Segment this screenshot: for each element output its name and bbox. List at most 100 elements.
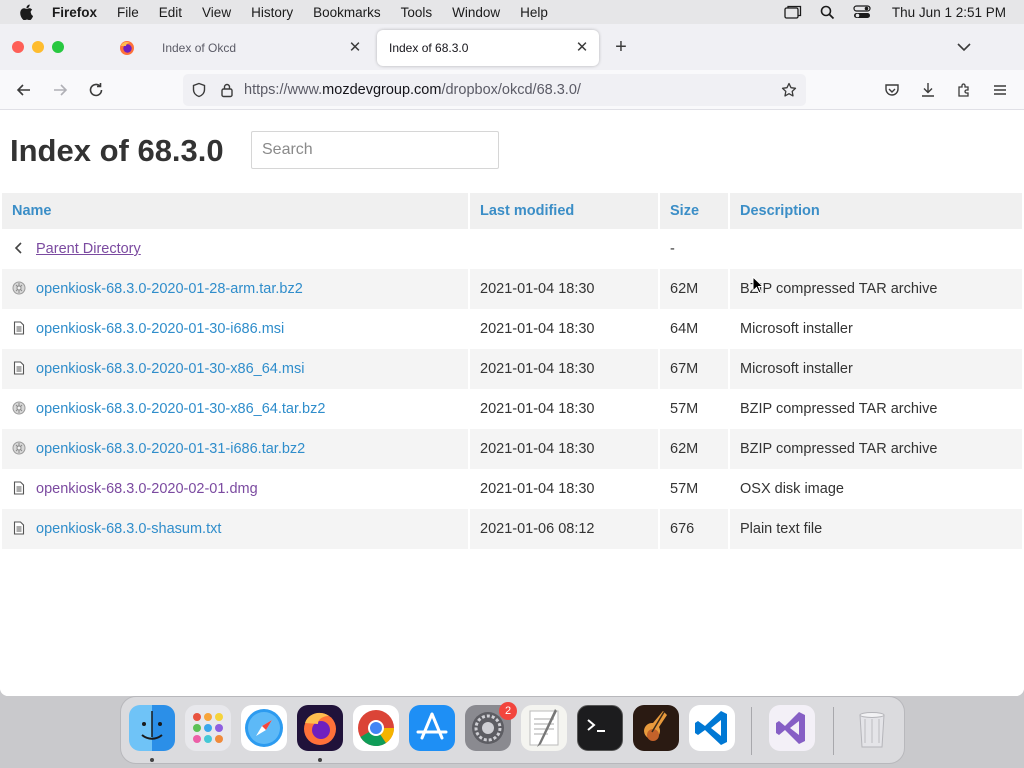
extensions-puzzle-icon[interactable] [952,78,976,102]
dock-separator [833,707,834,755]
minimize-window-button[interactable] [32,41,44,53]
launchpad-icon[interactable] [185,705,231,751]
system-settings-icon[interactable]: 2 [465,702,517,751]
forward-arrow-icon[interactable] [48,78,72,102]
file-name-cell: openkiosk-68.3.0-2020-01-30-x86_64.msi [2,349,470,389]
chevron-left-icon [14,242,22,254]
finder-icon[interactable] [129,705,175,751]
tab-bar: Index of Okcd ✕ Index of 68.3.0 ✕ + [0,24,1024,70]
hamburger-menu-icon[interactable] [988,78,1012,102]
reload-icon[interactable] [84,78,108,102]
table-row: openkiosk-68.3.0-2020-01-31-i686.tar.bz2… [2,429,1022,469]
description-cell: Microsoft installer [740,321,853,337]
pocket-icon[interactable] [880,78,904,102]
trash-icon[interactable] [849,705,895,751]
file-name-cell: openkiosk-68.3.0-2020-01-28-arm.tar.bz2 [2,269,470,309]
file-link[interactable]: openkiosk-68.3.0-2020-01-30-x86_64.msi [36,361,304,377]
bookmark-star-icon[interactable] [781,82,797,98]
menu-app-name[interactable]: Firefox [52,5,107,20]
file-link[interactable]: openkiosk-68.3.0-2020-01-30-x86_64.tar.b… [36,401,325,417]
file-link[interactable]: openkiosk-68.3.0-2020-01-28-arm.tar.bz2 [36,281,303,297]
parent-size: - [660,229,730,269]
tab-index-of-68-3-0[interactable]: Index of 68.3.0 ✕ [377,30,599,66]
zoom-window-button[interactable] [52,41,64,53]
tab-index-of-okcd[interactable]: Index of Okcd ✕ [150,30,372,66]
menu-help[interactable]: Help [510,5,558,20]
window-controls [12,41,64,53]
directory-listing-table: Name Last modified Size Description Pare… [2,193,1022,549]
finder-running-indicator [150,758,154,762]
size-cell: 57M [660,389,730,429]
file-link[interactable]: openkiosk-68.3.0-2020-02-01.dmg [36,481,258,497]
chrome-icon[interactable] [353,705,399,751]
menu-history[interactable]: History [241,5,303,20]
parent-directory-row: Parent Directory - [2,229,1022,269]
page-content: Index of 68.3.0 Name Last modified Size … [0,111,1024,696]
size-cell: 62M [660,269,730,309]
url-text[interactable]: https://www.mozdevgroup.com/dropbox/okcd… [244,82,581,98]
firefox-dock-icon[interactable] [297,705,343,751]
mouse-pointer-icon [752,275,765,299]
url-domain: mozdevgroup.com [322,82,442,98]
last-modified-cell: 2021-01-04 18:30 [470,349,660,389]
file-name-cell: openkiosk-68.3.0-2020-02-01.dmg [2,469,470,509]
close-tab-icon[interactable]: ✕ [346,39,364,57]
menu-window[interactable]: Window [442,5,510,20]
visual-studio-icon[interactable] [769,705,815,751]
list-all-tabs-chevron-icon[interactable] [954,37,974,57]
archive-icon [12,281,36,297]
last-modified-cell: 2021-01-06 08:12 [470,509,660,549]
menu-file[interactable]: File [107,5,149,20]
menu-bookmarks[interactable]: Bookmarks [303,5,391,20]
size-cell: 62M [660,429,730,469]
description-cell: BZIP compressed TAR archive [730,269,1022,309]
terminal-icon[interactable] [577,705,623,751]
menu-view[interactable]: View [192,5,241,20]
close-tab-icon[interactable]: ✕ [573,39,591,57]
file-link[interactable]: openkiosk-68.3.0-2020-01-31-i686.tar.bz2 [36,441,305,457]
document-icon [12,321,36,337]
url-path: /dropbox/okcd/68.3.0/ [441,82,581,98]
size-cell: 676 [660,509,730,549]
page-title: Index of 68.3.0 [10,133,224,168]
vscode-icon[interactable] [689,705,735,751]
table-row: openkiosk-68.3.0-2020-01-30-x86_64.msi 20… [2,349,1022,389]
spotlight-search-icon[interactable] [820,5,835,20]
description-cell: Microsoft installer [730,349,1022,389]
safari-icon[interactable] [241,705,287,751]
column-header-name[interactable]: Name [2,193,470,229]
garageband-icon[interactable] [633,705,679,751]
menu-tools[interactable]: Tools [391,5,443,20]
document-icon [12,521,36,537]
document-icon [12,361,36,377]
lock-icon[interactable] [219,82,235,98]
column-header-size[interactable]: Size [660,193,730,229]
close-window-button[interactable] [12,41,24,53]
screen-mirror-icon[interactable] [784,5,802,19]
search-input[interactable] [251,131,499,169]
file-link[interactable]: openkiosk-68.3.0-shasum.txt [36,521,221,537]
downloads-icon[interactable] [916,78,940,102]
app-store-icon[interactable] [409,705,455,751]
last-modified-cell: 2021-01-04 18:30 [470,429,660,469]
file-link[interactable]: openkiosk-68.3.0-2020-01-30-i686.msi [36,321,284,337]
back-arrow-icon[interactable] [12,78,36,102]
menubar-clock[interactable]: Thu Jun 1 2:51 PM [892,5,1006,20]
description-cell: OSX disk image [740,481,844,497]
firefox-running-indicator [318,758,322,762]
tracking-protection-shield-icon[interactable] [191,82,207,98]
new-tab-button[interactable]: + [610,36,632,58]
column-header-description[interactable]: Description [730,193,1022,229]
pinned-tab-firefox[interactable] [108,30,146,66]
column-header-last-modified[interactable]: Last modified [470,193,660,229]
textedit-icon[interactable] [521,705,567,751]
address-bar[interactable]: https://www.mozdevgroup.com/dropbox/okcd… [183,74,806,106]
parent-directory-link[interactable]: Parent Directory [36,241,141,257]
file-name-cell: openkiosk-68.3.0-shasum.txt [2,509,470,549]
apple-menu-icon[interactable] [0,4,52,20]
macos-dock: 2 [120,696,905,764]
table-row: openkiosk-68.3.0-shasum.txt 2021-01-06 08… [2,509,1022,549]
menu-edit[interactable]: Edit [149,5,192,20]
control-center-icon[interactable] [853,5,871,19]
archive-icon [12,441,36,457]
